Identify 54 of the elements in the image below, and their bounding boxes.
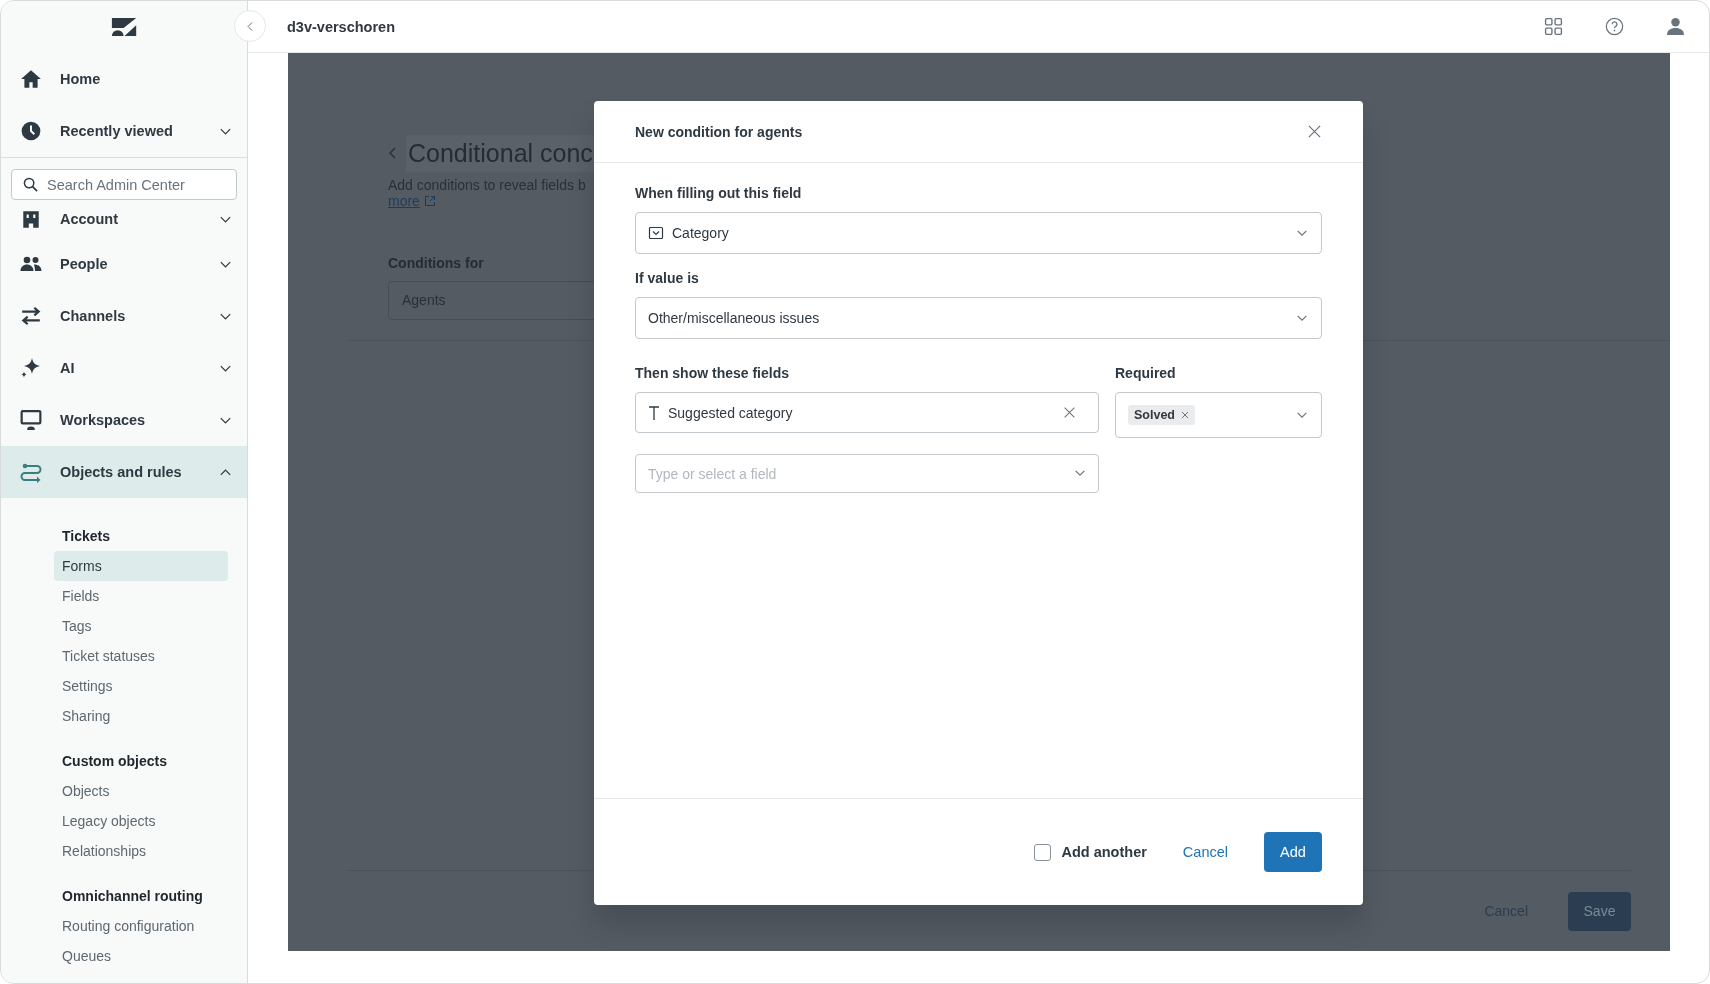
sidebar-link[interactable]: Ticket statuses bbox=[54, 641, 228, 671]
section-heading: Tickets bbox=[61, 527, 111, 546]
building-icon bbox=[20, 208, 42, 230]
nav-item[interactable]: Home bbox=[1, 53, 247, 105]
search-field[interactable]: Search Admin Center bbox=[11, 169, 237, 200]
dropdown-field-icon bbox=[648, 225, 664, 241]
sidebar-link[interactable]: Queues bbox=[54, 941, 228, 971]
field-select[interactable]: Category bbox=[635, 212, 1322, 254]
monitor-icon bbox=[20, 409, 42, 431]
clock-icon bbox=[20, 120, 42, 142]
help-icon[interactable] bbox=[1605, 17, 1624, 36]
nav-item[interactable]: Channels bbox=[1, 290, 247, 342]
sidebar-link[interactable]: Relationships bbox=[54, 836, 228, 866]
grid-icon[interactable] bbox=[1544, 17, 1563, 36]
sidebar-link[interactable]: Forms bbox=[54, 551, 228, 581]
sidebar-link[interactable]: Objects bbox=[54, 776, 228, 806]
sidebar-link[interactable]: Legacy objects bbox=[54, 806, 228, 836]
logo-icon[interactable] bbox=[110, 17, 138, 37]
save-button[interactable]: Save bbox=[1568, 891, 1631, 931]
sidebar-link[interactable]: Routing configuration bbox=[54, 911, 228, 941]
sidebar-link[interactable]: Settings bbox=[54, 671, 228, 701]
nav-item[interactable]: Objects and rules bbox=[1, 446, 247, 498]
add-button[interactable]: Add bbox=[1264, 832, 1322, 872]
cancel-link[interactable]: Cancel bbox=[1182, 844, 1228, 860]
section-heading: Omnichannel routing bbox=[61, 887, 204, 906]
text-field-icon bbox=[648, 404, 660, 421]
arrows-icon bbox=[20, 305, 42, 327]
nav-item[interactable]: Workspaces bbox=[1, 394, 247, 446]
sidebar-link[interactable]: Fields bbox=[54, 581, 228, 611]
close-icon bbox=[1307, 123, 1322, 139]
modal-title: New condition for agents bbox=[635, 123, 803, 140]
field-label: Then show these fields bbox=[635, 364, 791, 383]
remove-icon[interactable] bbox=[1181, 411, 1189, 419]
field-combobox[interactable]: Type or select a field bbox=[635, 454, 1099, 493]
selected-field[interactable]: Suggested category bbox=[635, 392, 1099, 433]
required-select[interactable]: Solved bbox=[1115, 392, 1322, 438]
field-label: When filling out this field bbox=[635, 184, 803, 203]
nav-item[interactable]: Recently viewed bbox=[1, 105, 247, 157]
checkbox[interactable] bbox=[1034, 843, 1052, 861]
nav-item[interactable]: AI bbox=[1, 342, 247, 394]
field-label: Required bbox=[1115, 364, 1177, 383]
home-icon bbox=[20, 68, 42, 90]
nav-item[interactable]: People bbox=[1, 238, 247, 290]
checkbox-label: Add another bbox=[1061, 844, 1147, 860]
user-icon[interactable] bbox=[1666, 17, 1685, 36]
workspace-name: d3v-verschoren bbox=[287, 18, 396, 35]
tag-label: Solved bbox=[1134, 408, 1175, 422]
sidebar-link[interactable]: Sharing bbox=[54, 701, 228, 731]
section-heading: Custom objects bbox=[61, 752, 168, 771]
sidebar-link[interactable]: Tags bbox=[54, 611, 228, 641]
value-select[interactable]: Other/miscellaneous issues bbox=[635, 297, 1322, 339]
nav-item[interactable]: Account bbox=[1, 200, 247, 238]
swap-arrows-icon bbox=[20, 461, 42, 483]
clear-icon[interactable] bbox=[1063, 406, 1076, 419]
